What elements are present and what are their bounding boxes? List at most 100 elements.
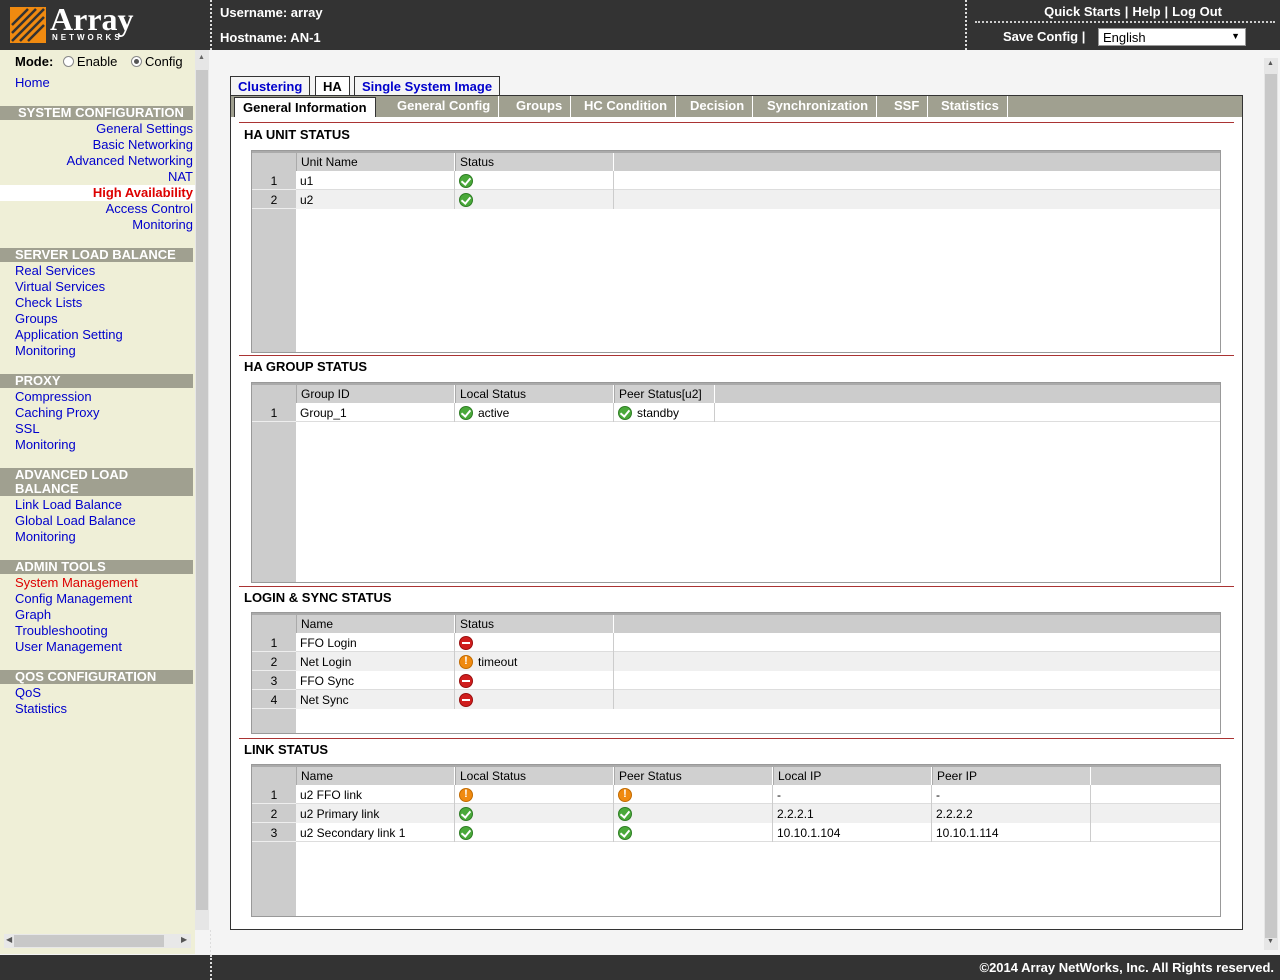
row-number: 2 [252,804,296,823]
table-row[interactable]: 1 Group_1 active standby [252,403,1220,422]
subtab-groups[interactable]: Groups [508,96,572,117]
scroll-up-icon[interactable]: ▲ [1267,60,1274,67]
content-scroll-thumb[interactable] [1265,74,1277,938]
subtab-general-config[interactable]: General Config [389,96,500,117]
table-row[interactable]: 2 Net Login timeout [252,652,1220,671]
name-cell: FFO Sync [296,671,455,690]
sidebar-item-qos-statistics[interactable]: Statistics [15,701,67,716]
sidebar-item-link-load-balance[interactable]: Link Load Balance [15,497,122,512]
sidebar-item-slb-monitoring[interactable]: Monitoring [15,343,76,358]
tab-single-system-image[interactable]: Single System Image [354,76,501,95]
copyright-text: ©2014 Array NetWorks, Inc. All Rights re… [979,960,1275,975]
sidebar-item-system-monitoring[interactable]: Monitoring [132,217,193,232]
sidebar-hscroll-thumb[interactable] [14,935,164,947]
subtab-ssf[interactable]: SSF [886,96,929,117]
sidebar-item-access-control[interactable]: Access Control [106,201,193,216]
username-label: Username: array [220,5,323,20]
local-ip-cell: - [773,785,932,804]
sidebar-item-general-settings[interactable]: General Settings [96,121,193,136]
sidebar-item-system-management[interactable]: System Management [15,575,138,590]
save-config-link[interactable]: Save Config | [1003,29,1085,44]
row-number: 1 [252,785,296,804]
status-ok-icon [459,826,473,840]
status-error-icon [459,693,473,707]
content-vertical-scrollbar[interactable]: ▲ ▼ [1264,58,1278,950]
status-cell [455,633,614,652]
table-header: Unit Name Status [252,151,1220,171]
sidebar-item-virtual-services[interactable]: Virtual Services [15,279,105,294]
sidebar-item-alb-monitoring[interactable]: Monitoring [15,529,76,544]
status-error-icon [459,674,473,688]
quick-starts-link[interactable]: Quick Starts [1044,4,1121,19]
scroll-right-icon[interactable]: ▶ [181,935,187,944]
row-number: 1 [252,633,296,652]
table-row[interactable]: 4 Net Sync [252,690,1220,709]
link-name-cell: u2 Primary link [296,804,455,823]
local-status-cell [455,804,614,823]
sidebar-item-application-setting[interactable]: Application Setting [15,327,123,342]
column-header-local-ip: Local IP [773,767,932,785]
local-status-cell: active [455,403,614,422]
sidebar-home-link[interactable]: Home [15,75,50,90]
subtab-statistics[interactable]: Statistics [933,96,1008,117]
sidebar-item-high-availability[interactable]: High Availability [93,185,193,200]
column-header-local-status: Local Status [455,385,614,403]
hostname-label: Hostname: AN-1 [220,30,321,45]
tab-ha[interactable]: HA [315,76,350,96]
column-header-status: Status [455,615,614,633]
local-status-text: active [478,406,510,420]
row-number: 2 [252,190,296,209]
mode-config-radio[interactable] [131,56,143,67]
table-row[interactable]: 2 u2 Primary link 2.2.2.1 2.2.2.2 [252,804,1220,823]
tab-clustering[interactable]: Clustering [230,76,311,95]
sidebar-item-proxy-monitoring[interactable]: Monitoring [15,437,76,452]
mode-enable-radio[interactable] [62,56,74,67]
subtab-decision[interactable]: Decision [682,96,754,117]
mode-enable-label[interactable]: Enable [77,54,117,69]
table-row[interactable]: 3 FFO Sync [252,671,1220,690]
sidebar-item-caching-proxy[interactable]: Caching Proxy [15,405,100,420]
sidebar-item-compression[interactable]: Compression [15,389,92,404]
sidebar-item-groups[interactable]: Groups [15,311,58,326]
link-name-cell: u2 FFO link [296,785,455,804]
subtab-general-information[interactable]: General Information [234,97,376,117]
subtab-synchronization[interactable]: Synchronization [759,96,878,117]
sidebar-item-qos[interactable]: QoS [15,685,41,700]
log-out-link[interactable]: Log Out [1172,4,1222,19]
sidebar-item-ssl[interactable]: SSL [15,421,40,436]
sidebar-scroll-thumb[interactable] [196,70,208,910]
ha-subtabs: General Information General Config Group… [231,96,1242,117]
link-name-cell: u2 Secondary link 1 [296,823,455,842]
subtab-hc-condition[interactable]: HC Condition [576,96,677,117]
section-rule [239,355,1234,356]
scroll-down-icon[interactable]: ▼ [1267,938,1274,945]
table-row[interactable]: 2 u2 [252,190,1220,209]
sidebar-item-global-load-balance[interactable]: Global Load Balance [15,513,136,528]
sidebar-item-graph[interactable]: Graph [15,607,51,622]
sidebar-item-config-management[interactable]: Config Management [15,591,132,606]
table-row[interactable]: 1 u1 [252,171,1220,190]
language-select[interactable]: English ▼ [1098,28,1246,46]
sidebar-horizontal-scrollbar[interactable]: ◀ ▶ [0,930,195,954]
sidebar-item-advanced-networking[interactable]: Advanced Networking [67,153,193,168]
help-link[interactable]: Help [1132,4,1160,19]
mode-config-label[interactable]: Config [145,54,183,69]
ha-unit-status-table: Unit Name Status 1 u1 2 u2 [251,150,1221,353]
sidebar-item-check-lists[interactable]: Check Lists [15,295,82,310]
table-row[interactable]: 1 u2 FFO link - - [252,785,1220,804]
table-row[interactable]: 3 u2 Secondary link 1 10.10.1.104 10.10.… [252,823,1220,842]
status-ok-icon [618,807,632,821]
status-cell [455,671,614,690]
sidebar-section-qos-configuration: QOS CONFIGURATION [0,670,193,684]
logo-mark-icon [10,7,46,43]
section-rule [239,738,1234,739]
scroll-up-icon[interactable]: ▲ [198,54,205,61]
scroll-left-icon[interactable]: ◀ [6,935,12,944]
sidebar-vertical-scrollbar[interactable]: ▲ [195,50,209,930]
sidebar-item-nat[interactable]: NAT [168,169,193,184]
table-row[interactable]: 1 FFO Login [252,633,1220,652]
sidebar-item-user-management[interactable]: User Management [15,639,122,654]
sidebar-item-real-services[interactable]: Real Services [15,263,95,278]
sidebar-item-basic-networking[interactable]: Basic Networking [93,137,193,152]
sidebar-item-troubleshooting[interactable]: Troubleshooting [15,623,108,638]
